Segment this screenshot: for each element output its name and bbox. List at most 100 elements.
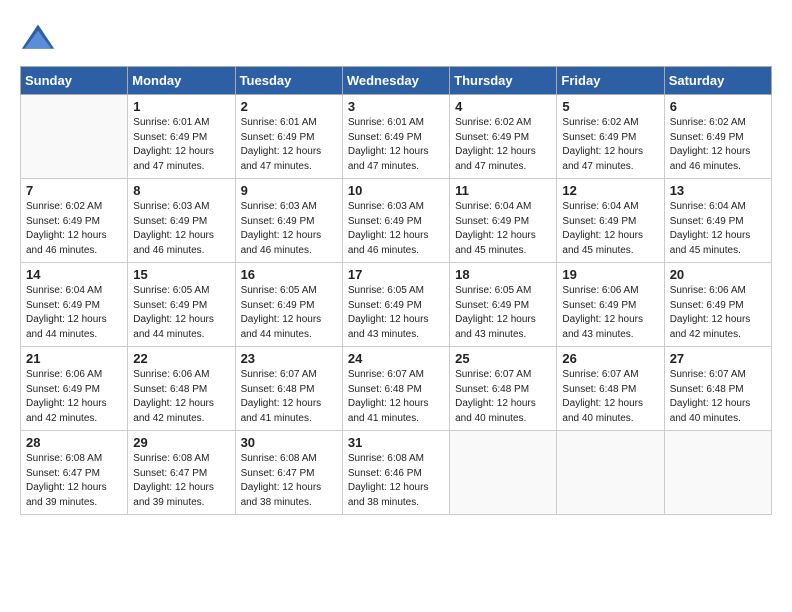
- day-number: 13: [670, 183, 766, 198]
- day-number: 4: [455, 99, 551, 114]
- day-number: 23: [241, 351, 337, 366]
- calendar-cell: 15 Sunrise: 6:05 AMSunset: 6:49 PMDayligh…: [128, 263, 235, 347]
- calendar-cell: 29 Sunrise: 6:08 AMSunset: 6:47 PMDayligh…: [128, 431, 235, 515]
- day-info: Sunrise: 6:03 AMSunset: 6:49 PMDaylight:…: [348, 200, 444, 258]
- calendar-cell: 30 Sunrise: 6:08 AMSunset: 6:47 PMDayligh…: [235, 431, 342, 515]
- day-number: 7: [26, 183, 122, 198]
- calendar-cell: 9 Sunrise: 6:03 AMSunset: 6:49 PMDaylight…: [235, 179, 342, 263]
- calendar-cell: 12 Sunrise: 6:04 AMSunset: 6:49 PMDayligh…: [557, 179, 664, 263]
- day-number: 6: [670, 99, 766, 114]
- calendar-cell: 5 Sunrise: 6:02 AMSunset: 6:49 PMDaylight…: [557, 95, 664, 179]
- calendar-cell: [450, 431, 557, 515]
- calendar-cell: [557, 431, 664, 515]
- day-number: 24: [348, 351, 444, 366]
- header-monday: Monday: [128, 67, 235, 95]
- day-number: 5: [562, 99, 658, 114]
- day-info: Sunrise: 6:01 AMSunset: 6:49 PMDaylight:…: [241, 116, 337, 174]
- day-info: Sunrise: 6:02 AMSunset: 6:49 PMDaylight:…: [26, 200, 122, 258]
- calendar-table: SundayMondayTuesdayWednesdayThursdayFrid…: [20, 66, 772, 515]
- calendar-cell: 11Sunrise: 6:04 AMSunset: 6:49 PMDayligh…: [450, 179, 557, 263]
- calendar-header-row: SundayMondayTuesdayWednesdayThursdayFrid…: [21, 67, 772, 95]
- day-number: 3: [348, 99, 444, 114]
- calendar-cell: 28 Sunrise: 6:08 AMSunset: 6:47 PMDayligh…: [21, 431, 128, 515]
- calendar-cell: 27Sunrise: 6:07 AMSunset: 6:48 PMDayligh…: [664, 347, 771, 431]
- calendar-cell: 14 Sunrise: 6:04 AMSunset: 6:49 PMDayligh…: [21, 263, 128, 347]
- page-header: [20, 20, 772, 56]
- day-number: 14: [26, 267, 122, 282]
- day-info: Sunrise: 6:08 AMSunset: 6:46 PMDaylight:…: [348, 452, 444, 510]
- day-number: 17: [348, 267, 444, 282]
- calendar-cell: 16Sunrise: 6:05 AMSunset: 6:49 PMDayligh…: [235, 263, 342, 347]
- calendar-cell: 19 Sunrise: 6:06 AMSunset: 6:49 PMDayligh…: [557, 263, 664, 347]
- day-number: 9: [241, 183, 337, 198]
- day-info: Sunrise: 6:08 AMSunset: 6:47 PMDaylight:…: [133, 452, 229, 510]
- day-number: 27: [670, 351, 766, 366]
- calendar-cell: 10 Sunrise: 6:03 AMSunset: 6:49 PMDayligh…: [342, 179, 449, 263]
- day-info: Sunrise: 6:02 AMSunset: 6:49 PMDaylight:…: [455, 116, 551, 174]
- calendar-cell: 22Sunrise: 6:06 AMSunset: 6:48 PMDayligh…: [128, 347, 235, 431]
- day-number: 19: [562, 267, 658, 282]
- day-info: Sunrise: 6:06 AMSunset: 6:49 PMDaylight:…: [26, 368, 122, 426]
- day-info: Sunrise: 6:05 AMSunset: 6:49 PMDaylight:…: [133, 284, 229, 342]
- day-number: 15: [133, 267, 229, 282]
- calendar-cell: 2 Sunrise: 6:01 AMSunset: 6:49 PMDaylight…: [235, 95, 342, 179]
- day-info: Sunrise: 6:07 AMSunset: 6:48 PMDaylight:…: [348, 368, 444, 426]
- week-row-3: 21 Sunrise: 6:06 AMSunset: 6:49 PMDayligh…: [21, 347, 772, 431]
- day-number: 28: [26, 435, 122, 450]
- calendar-cell: 7 Sunrise: 6:02 AMSunset: 6:49 PMDaylight…: [21, 179, 128, 263]
- day-info: Sunrise: 6:08 AMSunset: 6:47 PMDaylight:…: [26, 452, 122, 510]
- calendar-cell: 3 Sunrise: 6:01 AMSunset: 6:49 PMDaylight…: [342, 95, 449, 179]
- day-number: 18: [455, 267, 551, 282]
- day-info: Sunrise: 6:04 AMSunset: 6:49 PMDaylight:…: [670, 200, 766, 258]
- day-info: Sunrise: 6:05 AMSunset: 6:49 PMDaylight:…: [348, 284, 444, 342]
- day-info: Sunrise: 6:08 AMSunset: 6:47 PMDaylight:…: [241, 452, 337, 510]
- header-wednesday: Wednesday: [342, 67, 449, 95]
- week-row-1: 7 Sunrise: 6:02 AMSunset: 6:49 PMDaylight…: [21, 179, 772, 263]
- day-number: 2: [241, 99, 337, 114]
- logo-icon: [20, 20, 56, 56]
- calendar-cell: 1 Sunrise: 6:01 AMSunset: 6:49 PMDaylight…: [128, 95, 235, 179]
- day-info: Sunrise: 6:02 AMSunset: 6:49 PMDaylight:…: [670, 116, 766, 174]
- calendar-cell: 17 Sunrise: 6:05 AMSunset: 6:49 PMDayligh…: [342, 263, 449, 347]
- day-info: Sunrise: 6:06 AMSunset: 6:49 PMDaylight:…: [670, 284, 766, 342]
- day-info: Sunrise: 6:04 AMSunset: 6:49 PMDaylight:…: [26, 284, 122, 342]
- day-number: 21: [26, 351, 122, 366]
- day-number: 20: [670, 267, 766, 282]
- day-number: 11: [455, 183, 551, 198]
- day-number: 30: [241, 435, 337, 450]
- calendar-cell: [21, 95, 128, 179]
- calendar-cell: 23 Sunrise: 6:07 AMSunset: 6:48 PMDayligh…: [235, 347, 342, 431]
- day-info: Sunrise: 6:01 AMSunset: 6:49 PMDaylight:…: [348, 116, 444, 174]
- day-number: 25: [455, 351, 551, 366]
- calendar-cell: 13 Sunrise: 6:04 AMSunset: 6:49 PMDayligh…: [664, 179, 771, 263]
- calendar-cell: 24 Sunrise: 6:07 AMSunset: 6:48 PMDayligh…: [342, 347, 449, 431]
- header-thursday: Thursday: [450, 67, 557, 95]
- calendar-cell: 4 Sunrise: 6:02 AMSunset: 6:49 PMDaylight…: [450, 95, 557, 179]
- day-number: 10: [348, 183, 444, 198]
- day-info: Sunrise: 6:07 AMSunset: 6:48 PMDaylight:…: [455, 368, 551, 426]
- day-info: Sunrise: 6:02 AMSunset: 6:49 PMDaylight:…: [562, 116, 658, 174]
- day-info: Sunrise: 6:07 AMSunset: 6:48 PMDaylight:…: [562, 368, 658, 426]
- day-number: 1: [133, 99, 229, 114]
- day-number: 26: [562, 351, 658, 366]
- day-info: Sunrise: 6:06 AMSunset: 6:49 PMDaylight:…: [562, 284, 658, 342]
- day-info: Sunrise: 6:03 AMSunset: 6:49 PMDaylight:…: [133, 200, 229, 258]
- day-info: Sunrise: 6:03 AMSunset: 6:49 PMDaylight:…: [241, 200, 337, 258]
- header-saturday: Saturday: [664, 67, 771, 95]
- day-info: Sunrise: 6:07 AMSunset: 6:48 PMDaylight:…: [241, 368, 337, 426]
- calendar-cell: 8Sunrise: 6:03 AMSunset: 6:49 PMDaylight…: [128, 179, 235, 263]
- day-number: 22: [133, 351, 229, 366]
- day-info: Sunrise: 6:05 AMSunset: 6:49 PMDaylight:…: [241, 284, 337, 342]
- day-number: 12: [562, 183, 658, 198]
- day-info: Sunrise: 6:01 AMSunset: 6:49 PMDaylight:…: [133, 116, 229, 174]
- week-row-2: 14 Sunrise: 6:04 AMSunset: 6:49 PMDayligh…: [21, 263, 772, 347]
- day-info: Sunrise: 6:04 AMSunset: 6:49 PMDaylight:…: [562, 200, 658, 258]
- calendar-cell: 31Sunrise: 6:08 AMSunset: 6:46 PMDayligh…: [342, 431, 449, 515]
- calendar-cell: 21 Sunrise: 6:06 AMSunset: 6:49 PMDayligh…: [21, 347, 128, 431]
- logo: [20, 20, 62, 56]
- week-row-4: 28 Sunrise: 6:08 AMSunset: 6:47 PMDayligh…: [21, 431, 772, 515]
- calendar-cell: 6 Sunrise: 6:02 AMSunset: 6:49 PMDaylight…: [664, 95, 771, 179]
- day-info: Sunrise: 6:05 AMSunset: 6:49 PMDaylight:…: [455, 284, 551, 342]
- calendar-cell: 26 Sunrise: 6:07 AMSunset: 6:48 PMDayligh…: [557, 347, 664, 431]
- day-number: 29: [133, 435, 229, 450]
